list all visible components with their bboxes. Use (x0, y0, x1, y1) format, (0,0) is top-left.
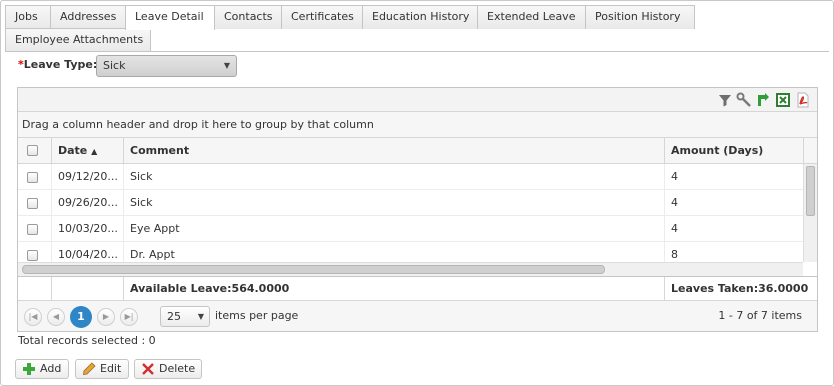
column-header-amount[interactable]: Amount (Days) (664, 138, 803, 163)
row-checkbox[interactable] (27, 198, 38, 209)
select-all-checkbox[interactable] (27, 145, 38, 156)
excel-export-icon[interactable] (775, 92, 791, 108)
cell-amount: 4 (664, 190, 803, 215)
cell-amount: 8 (664, 242, 803, 262)
column-header-date-label: Date (58, 144, 88, 157)
tab-label: Addresses (60, 10, 117, 23)
dropdown-arrow-icon: ▼ (223, 61, 230, 70)
leave-grid: Drag a column header and drop it here to… (17, 87, 818, 332)
row-select-cell (18, 190, 51, 215)
table-row[interactable]: 09/26/20... Sick 4 (18, 190, 803, 216)
leave-type-value: Sick (103, 59, 126, 72)
table-row[interactable]: 10/03/20... Eye Appt 4 (18, 216, 803, 242)
cell-date: 10/03/20... (51, 216, 123, 241)
column-header-comment[interactable]: Comment (123, 138, 664, 163)
cell-amount: 4 (664, 164, 803, 189)
tab-label: Extended Leave (487, 10, 576, 23)
sort-ascending-icon: ▲ (91, 147, 98, 156)
tab-label: Contacts (224, 10, 273, 23)
pdf-export-icon[interactable] (795, 92, 811, 108)
select-all-cell (18, 138, 51, 163)
previous-page-button[interactable]: ◀ (47, 308, 65, 326)
items-per-page-label: items per page (215, 309, 299, 322)
tab-label: Jobs (15, 10, 38, 23)
column-header-comment-label: Comment (130, 144, 190, 157)
cell-comment: Dr. Appt (123, 242, 664, 262)
employee-detail-panel: Jobs Addresses Leave Detail Contacts Cer… (0, 0, 834, 386)
cell-comment: Eye Appt (123, 216, 664, 241)
tab-addresses[interactable]: Addresses (50, 5, 126, 29)
grid-body: 09/12/20... Sick 4 09/26/20... Sick 4 10… (18, 164, 803, 262)
tab-label: Certificates (291, 10, 354, 23)
column-header-amount-label: Amount (Days) (671, 144, 764, 157)
cell-amount: 4 (664, 216, 803, 241)
add-button[interactable]: Add (15, 359, 69, 379)
filter-icon[interactable] (717, 92, 733, 108)
delete-x-icon (142, 363, 154, 375)
leave-type-select[interactable]: Sick ▼ (96, 55, 237, 77)
row-checkbox[interactable] (27, 250, 38, 261)
tab-extended-leave[interactable]: Extended Leave (477, 5, 586, 29)
cell-date: 09/12/20... (51, 164, 123, 189)
horizontal-scrollbar[interactable] (18, 262, 803, 276)
tab-label: Education History (372, 10, 470, 23)
footer-blank-cell (51, 277, 123, 300)
refresh-icon[interactable] (755, 92, 771, 108)
group-drop-area[interactable]: Drag a column header and drop it here to… (18, 112, 817, 138)
tab-label: Employee Attachments (15, 33, 144, 46)
edit-button-label: Edit (100, 362, 122, 375)
total-records-selected: Total records selected : 0 (18, 334, 156, 347)
grid-toolbar (18, 88, 817, 112)
header-scroll-spacer (803, 138, 817, 163)
row-checkbox[interactable] (27, 224, 38, 235)
last-page-button[interactable]: ▶| (120, 308, 138, 326)
row-checkbox[interactable] (27, 172, 38, 183)
page-size-select[interactable]: 25 ▼ (160, 306, 210, 327)
edit-button[interactable]: Edit (75, 359, 129, 379)
dropdown-arrow-icon: ▼ (197, 312, 204, 321)
tab-contacts[interactable]: Contacts (214, 5, 282, 29)
first-page-button[interactable]: |◀ (24, 308, 42, 326)
tab-certificates[interactable]: Certificates (281, 5, 363, 29)
table-row[interactable]: 10/04/20... Dr. Appt 8 (18, 242, 803, 262)
add-button-label: Add (40, 362, 62, 375)
leave-type-label-text: Leave Type: (23, 58, 98, 71)
cell-comment: Sick (123, 164, 664, 189)
available-leave-total: Available Leave:564.0000 (123, 277, 664, 300)
leaves-taken-total: Leaves Taken:36.0000 (664, 277, 817, 300)
cell-date: 10/04/20... (51, 242, 123, 262)
column-header-date[interactable]: Date ▲ (51, 138, 123, 163)
delete-button[interactable]: Delete (134, 359, 202, 379)
vertical-scroll-thumb[interactable] (806, 166, 815, 216)
cell-comment: Sick (123, 190, 664, 215)
tab-label: Position History (595, 10, 681, 23)
tab-education-history[interactable]: Education History (362, 5, 478, 29)
grid-footer: Available Leave:564.0000 Leaves Taken:36… (18, 276, 817, 301)
delete-button-label: Delete (159, 362, 196, 375)
row-select-cell (18, 164, 51, 189)
page-size-value: 25 (167, 310, 181, 323)
tab-jobs[interactable]: Jobs (5, 5, 51, 29)
footer-blank-cell (18, 277, 51, 300)
tab-divider (5, 51, 829, 52)
pager-info: 1 - 7 of 7 items (718, 309, 802, 322)
leave-type-label: *Leave Type: (18, 58, 97, 71)
horizontal-scroll-thumb[interactable] (22, 265, 605, 274)
pencil-icon (83, 362, 96, 375)
table-row[interactable]: 09/12/20... Sick 4 (18, 164, 803, 190)
tab-label: Leave Detail (135, 10, 204, 23)
cell-date: 09/26/20... (51, 190, 123, 215)
grid-pager: |◀ ◀ 1 ▶ ▶| 25 ▼ items per page 1 - 7 of… (18, 301, 817, 331)
plus-icon (23, 363, 35, 375)
vertical-scrollbar[interactable] (803, 164, 817, 262)
tab-leave-detail[interactable]: Leave Detail (125, 5, 215, 30)
row-select-cell (18, 216, 51, 241)
tab-position-history[interactable]: Position History (585, 5, 695, 29)
row-select-cell (18, 242, 51, 262)
grid-header: Date ▲ Comment Amount (Days) (18, 138, 817, 164)
tab-employee-attachments[interactable]: Employee Attachments (5, 28, 151, 52)
current-page-button[interactable]: 1 (70, 306, 92, 328)
next-page-button[interactable]: ▶ (97, 308, 115, 326)
wrench-icon[interactable] (736, 92, 752, 108)
